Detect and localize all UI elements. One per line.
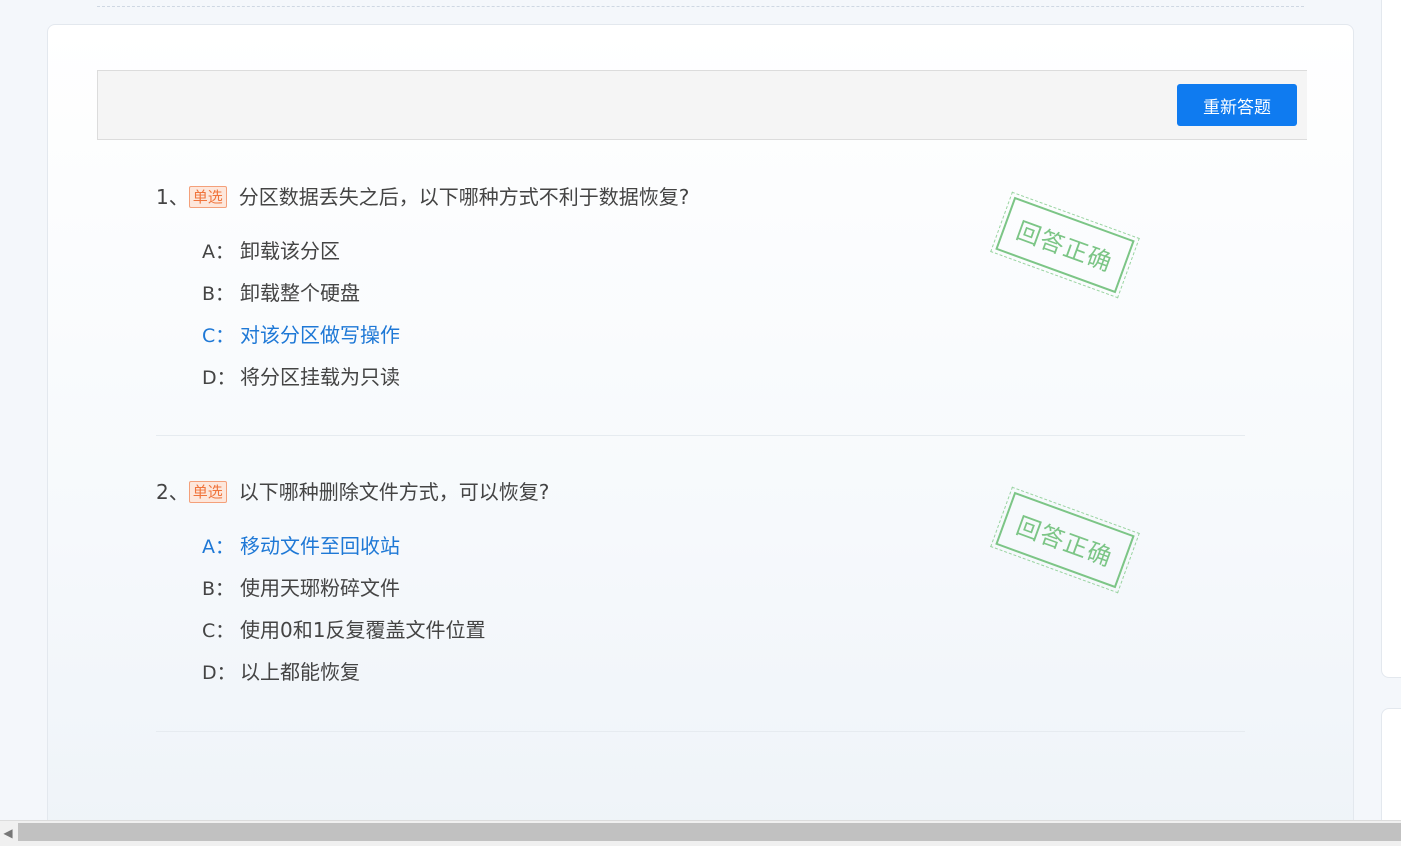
option-list: A： 移动文件至回收站 B： 使用天琊粉碎文件 C： 使用0和1反复覆盖文件位置 D：…	[202, 525, 485, 693]
option-c[interactable]: C： 使用0和1反复覆盖文件位置	[202, 609, 485, 651]
option-key: B：	[202, 283, 235, 305]
option-text: 使用0和1反复覆盖文件位置	[240, 618, 486, 642]
question-type-badge: 单选	[188, 481, 227, 503]
correct-answer-stamp: 回答正确	[990, 484, 1140, 596]
horizontal-scrollbar[interactable]: ◀	[0, 820, 1401, 846]
question-number: 2、	[156, 480, 189, 504]
option-key: A：	[202, 241, 234, 263]
quiz-toolbar: 重新答题	[97, 70, 1307, 140]
option-key: C：	[202, 620, 235, 642]
chevron-left-icon[interactable]: ◀	[0, 821, 16, 845]
scrollbar-thumb[interactable]	[18, 823, 1401, 841]
option-key: D：	[202, 662, 236, 684]
option-d[interactable]: D： 将分区挂载为只读	[202, 356, 400, 398]
option-text: 卸载该分区	[240, 239, 340, 263]
option-c[interactable]: C： 对该分区做写操作	[202, 314, 400, 356]
redo-quiz-button[interactable]: 重新答题	[1177, 84, 1297, 126]
option-text: 移动文件至回收站	[240, 534, 400, 558]
question-item: 1、 单选 分区数据丢失之后，以下哪种方式不利于数据恢复? A： 卸载该分区 B： 卸载…	[156, 180, 1245, 436]
option-key: C：	[202, 325, 235, 347]
question-title: 2、 单选 以下哪种删除文件方式，可以恢复?	[156, 475, 549, 509]
question-title: 1、 单选 分区数据丢失之后，以下哪种方式不利于数据恢复?	[156, 180, 689, 214]
side-panel	[1381, 0, 1401, 678]
option-a[interactable]: A： 移动文件至回收站	[202, 525, 485, 567]
option-list: A： 卸载该分区 B： 卸载整个硬盘 C： 对该分区做写操作 D： 将分区挂载为只读	[202, 230, 400, 398]
section-divider	[97, 6, 1304, 7]
option-d[interactable]: D： 以上都能恢复	[202, 651, 485, 693]
question-text: 以下哪种删除文件方式，可以恢复?	[238, 480, 550, 504]
option-text: 将分区挂载为只读	[240, 365, 400, 389]
option-text: 卸载整个硬盘	[240, 281, 360, 305]
option-b[interactable]: B： 卸载整个硬盘	[202, 272, 400, 314]
quiz-page: 重新答题 1、 单选 分区数据丢失之后，以下哪种方式不利于数据恢复? A： 卸载该分区…	[0, 0, 1401, 846]
option-a[interactable]: A： 卸载该分区	[202, 230, 400, 272]
option-b[interactable]: B： 使用天琊粉碎文件	[202, 567, 485, 609]
correct-answer-stamp: 回答正确	[990, 189, 1140, 301]
option-key: D：	[202, 367, 236, 389]
question-item: 2、 单选 以下哪种删除文件方式，可以恢复? A： 移动文件至回收站 B： 使用天琊粉碎…	[156, 475, 1245, 732]
option-key: B：	[202, 578, 235, 600]
option-key: A：	[202, 536, 234, 558]
option-text: 使用天琊粉碎文件	[240, 576, 400, 600]
option-text: 对该分区做写操作	[240, 323, 400, 347]
question-text: 分区数据丢失之后，以下哪种方式不利于数据恢复?	[238, 185, 690, 209]
option-text: 以上都能恢复	[240, 660, 360, 684]
question-type-badge: 单选	[188, 186, 227, 208]
question-number: 1、	[156, 185, 189, 209]
